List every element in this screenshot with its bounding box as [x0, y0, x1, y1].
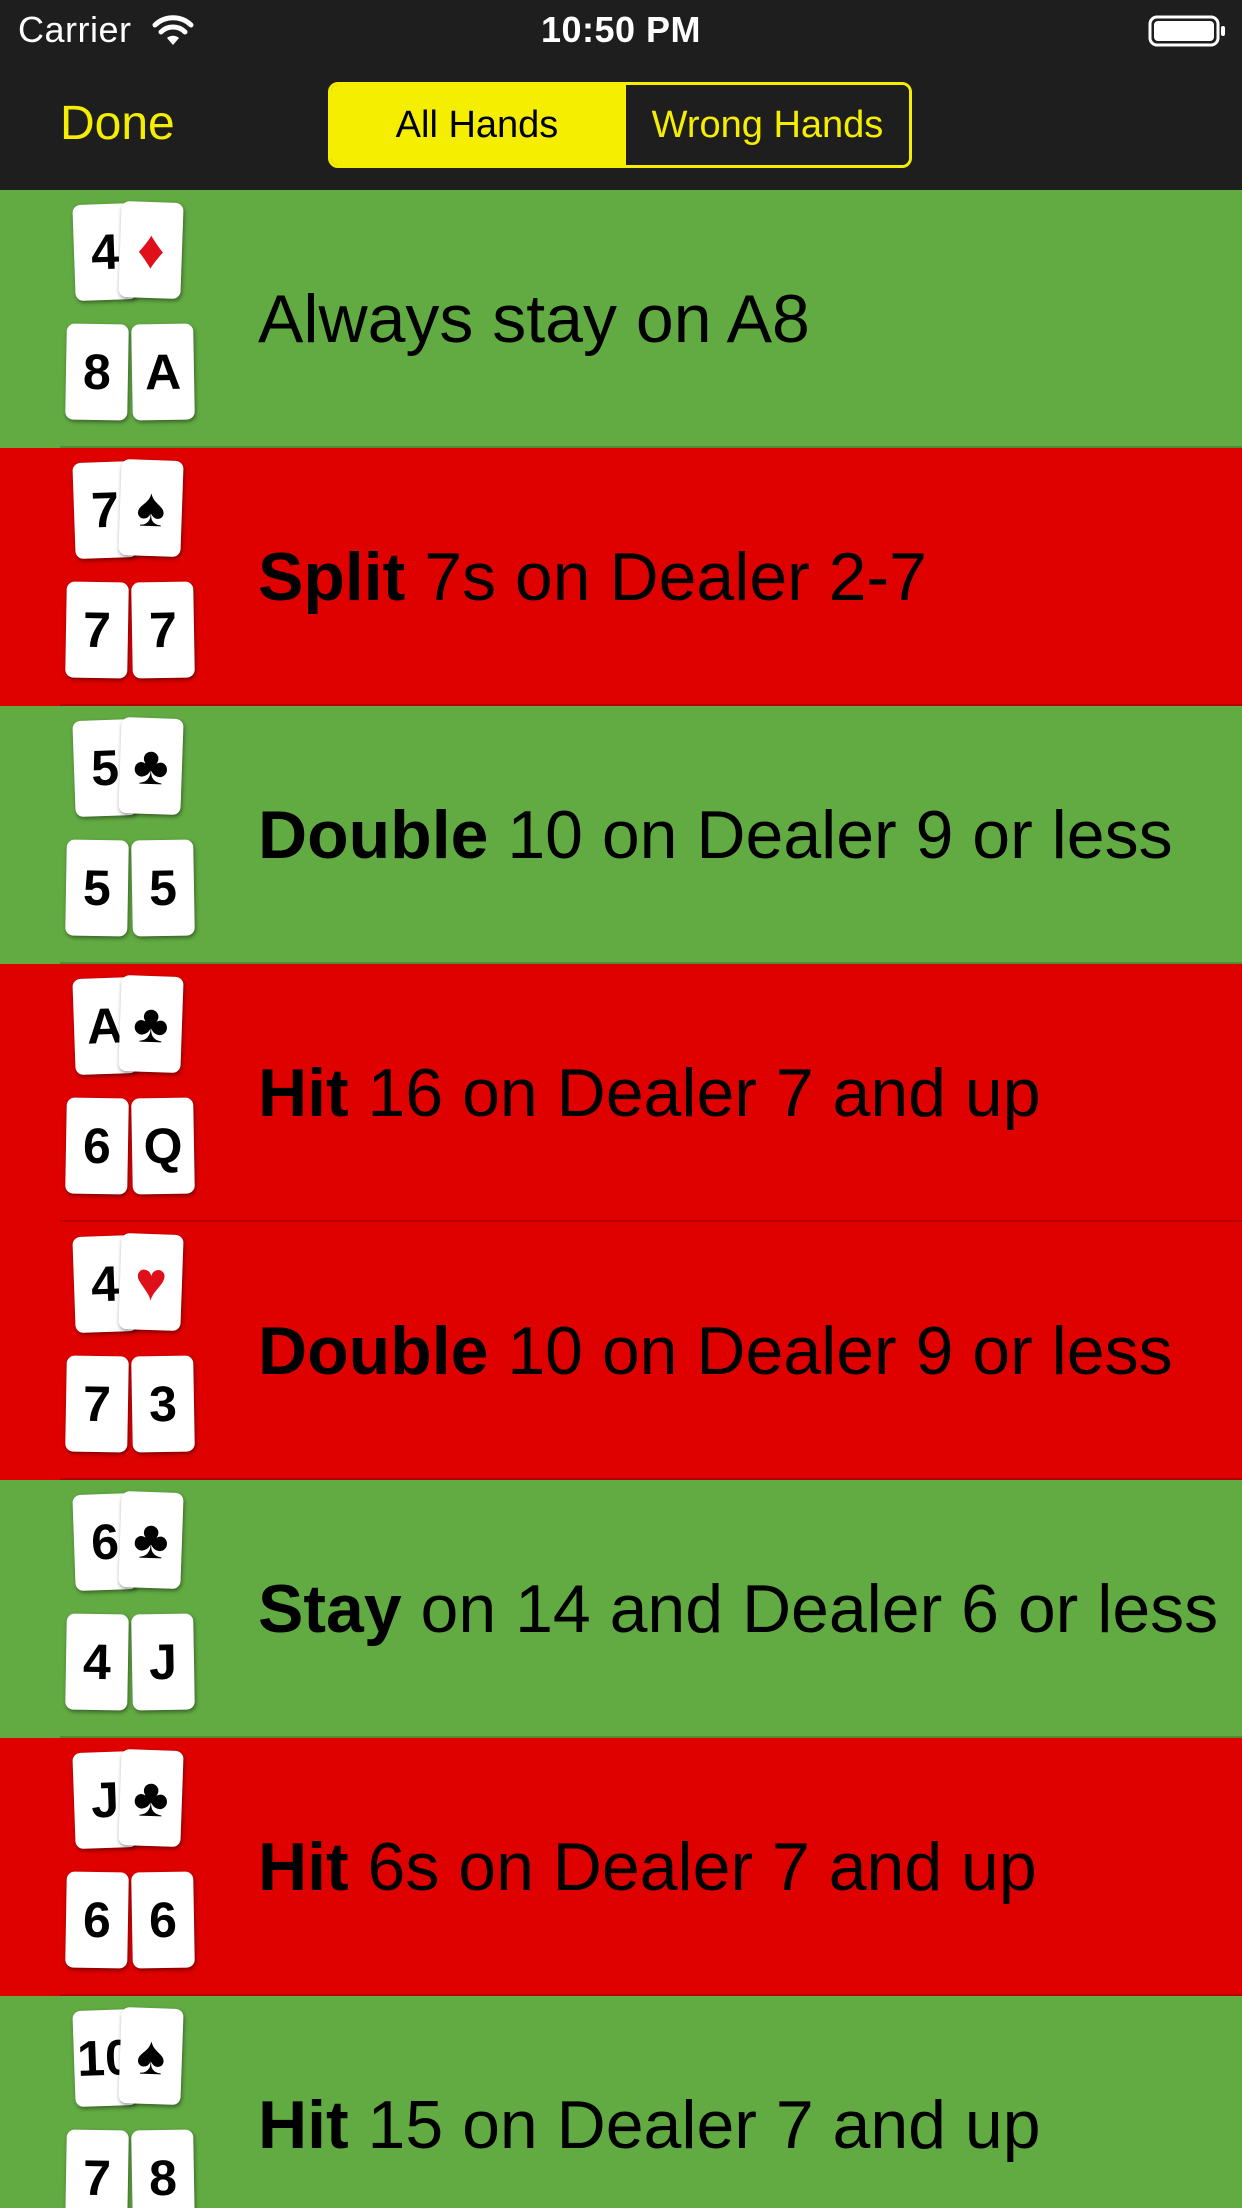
player-card: 7: [65, 581, 129, 679]
advice-text: Double 10 on Dealer 9 or less: [258, 1222, 1173, 1480]
hand-row[interactable]: 6 ♣ 4 J Stay on 14 and Dealer 6 or less: [0, 1480, 1242, 1738]
segment-wrong-hands[interactable]: Wrong Hands: [623, 85, 909, 165]
nav-bar: Done All Hands Wrong Hands: [0, 60, 1242, 190]
status-bar: Carrier 10:50 PM: [0, 0, 1242, 60]
player-card: 8: [131, 2129, 195, 2208]
clock: 10:50 PM: [540, 9, 702, 50]
player-card: 5: [131, 839, 195, 937]
card-suit-icon: ♣: [132, 1767, 170, 1829]
advice-text: Split 7s on Dealer 2-7: [258, 448, 927, 706]
card-suit-icon: ♥: [133, 1251, 169, 1313]
card-suit-icon: ♠: [135, 477, 167, 539]
advice-action: Hit: [258, 1829, 349, 1905]
dealer-suit-card: ♣: [118, 1490, 184, 1590]
player-card: 6: [65, 1871, 129, 1969]
hand-row[interactable]: 7 ♠ 7 7 Split 7s on Dealer 2-7: [0, 448, 1242, 706]
advice-action: Double: [258, 797, 489, 873]
dealer-suit-card: ♣: [118, 1748, 184, 1848]
advice-text: Stay on 14 and Dealer 6 or less: [258, 1480, 1218, 1738]
advice-detail: on 14 and Dealer 6 or less: [401, 1571, 1219, 1647]
hand-row[interactable]: 4 ♥ 7 3 Double 10 on Dealer 9 or less: [0, 1222, 1242, 1480]
hand-row[interactable]: 10 ♠ 7 8 Hit 15 on Dealer 7 and up: [0, 1996, 1242, 2208]
player-card: A: [131, 323, 195, 421]
dealer-suit-card: ♠: [118, 2006, 184, 2106]
player-card: Q: [131, 1097, 195, 1195]
dealer-suit-card: ♣: [118, 974, 184, 1074]
advice-action: Double: [258, 1313, 489, 1389]
player-card: 7: [131, 581, 195, 679]
advice-action: Hit: [258, 1055, 349, 1131]
advice-action: Stay: [258, 1571, 402, 1647]
advice-detail: 6s on Dealer 7 and up: [348, 1829, 1037, 1905]
dealer-suit-card: ♦: [118, 200, 184, 300]
player-card: 6: [65, 1097, 129, 1195]
advice-detail: 7s on Dealer 2-7: [405, 539, 927, 615]
dealer-suit-card: ♠: [118, 458, 184, 558]
hands-filter-segmented-control: All Hands Wrong Hands: [328, 82, 912, 168]
player-card: 7: [65, 2129, 129, 2208]
advice-detail: Always stay on A8: [258, 281, 810, 357]
dealer-suit-card: ♣: [118, 716, 184, 816]
advice-text: Hit 15 on Dealer 7 and up: [258, 1996, 1041, 2208]
player-card: 3: [131, 1355, 195, 1453]
advice-text: Double 10 on Dealer 9 or less: [258, 706, 1173, 964]
advice-detail: 10 on Dealer 9 or less: [488, 797, 1173, 873]
dealer-suit-card: ♥: [118, 1232, 184, 1332]
battery-icon: [1148, 15, 1225, 47]
player-card: 6: [131, 1871, 195, 1969]
advice-text: Hit 16 on Dealer 7 and up: [258, 964, 1041, 1222]
player-card: 5: [65, 839, 129, 937]
player-card: 8: [65, 323, 129, 421]
player-card: J: [131, 1613, 195, 1711]
hand-row[interactable]: A ♣ 6 Q Hit 16 on Dealer 7 and up: [0, 964, 1242, 1222]
card-suit-icon: ♠: [135, 2025, 167, 2087]
card-suit-icon: ♣: [132, 735, 170, 797]
advice-text: Always stay on A8: [258, 190, 810, 448]
done-button[interactable]: Done: [60, 94, 175, 154]
segment-all-hands[interactable]: All Hands: [331, 85, 623, 165]
hand-row[interactable]: 5 ♣ 5 5 Double 10 on Dealer 9 or less: [0, 706, 1242, 964]
hand-list: 4 ♦ 8 A Always stay on A8 7 ♠ 7 7 Split 7s on Dea…: [0, 190, 1242, 2208]
card-suit-icon: ♣: [132, 993, 170, 1055]
card-suit-icon: ♦: [136, 219, 166, 281]
advice-detail: 10 on Dealer 9 or less: [488, 1313, 1173, 1389]
player-card: 7: [65, 1355, 129, 1453]
advice-detail: 15 on Dealer 7 and up: [348, 2087, 1041, 2163]
hand-row[interactable]: 4 ♦ 8 A Always stay on A8: [0, 190, 1242, 448]
card-suit-icon: ♣: [132, 1509, 170, 1571]
advice-text: Hit 6s on Dealer 7 and up: [258, 1738, 1037, 1996]
advice-action: Split: [258, 539, 406, 615]
advice-action: Hit: [258, 2087, 349, 2163]
advice-detail: 16 on Dealer 7 and up: [348, 1055, 1041, 1131]
player-card: 4: [65, 1613, 129, 1711]
hand-row[interactable]: J ♣ 6 6 Hit 6s on Dealer 7 and up: [0, 1738, 1242, 1996]
